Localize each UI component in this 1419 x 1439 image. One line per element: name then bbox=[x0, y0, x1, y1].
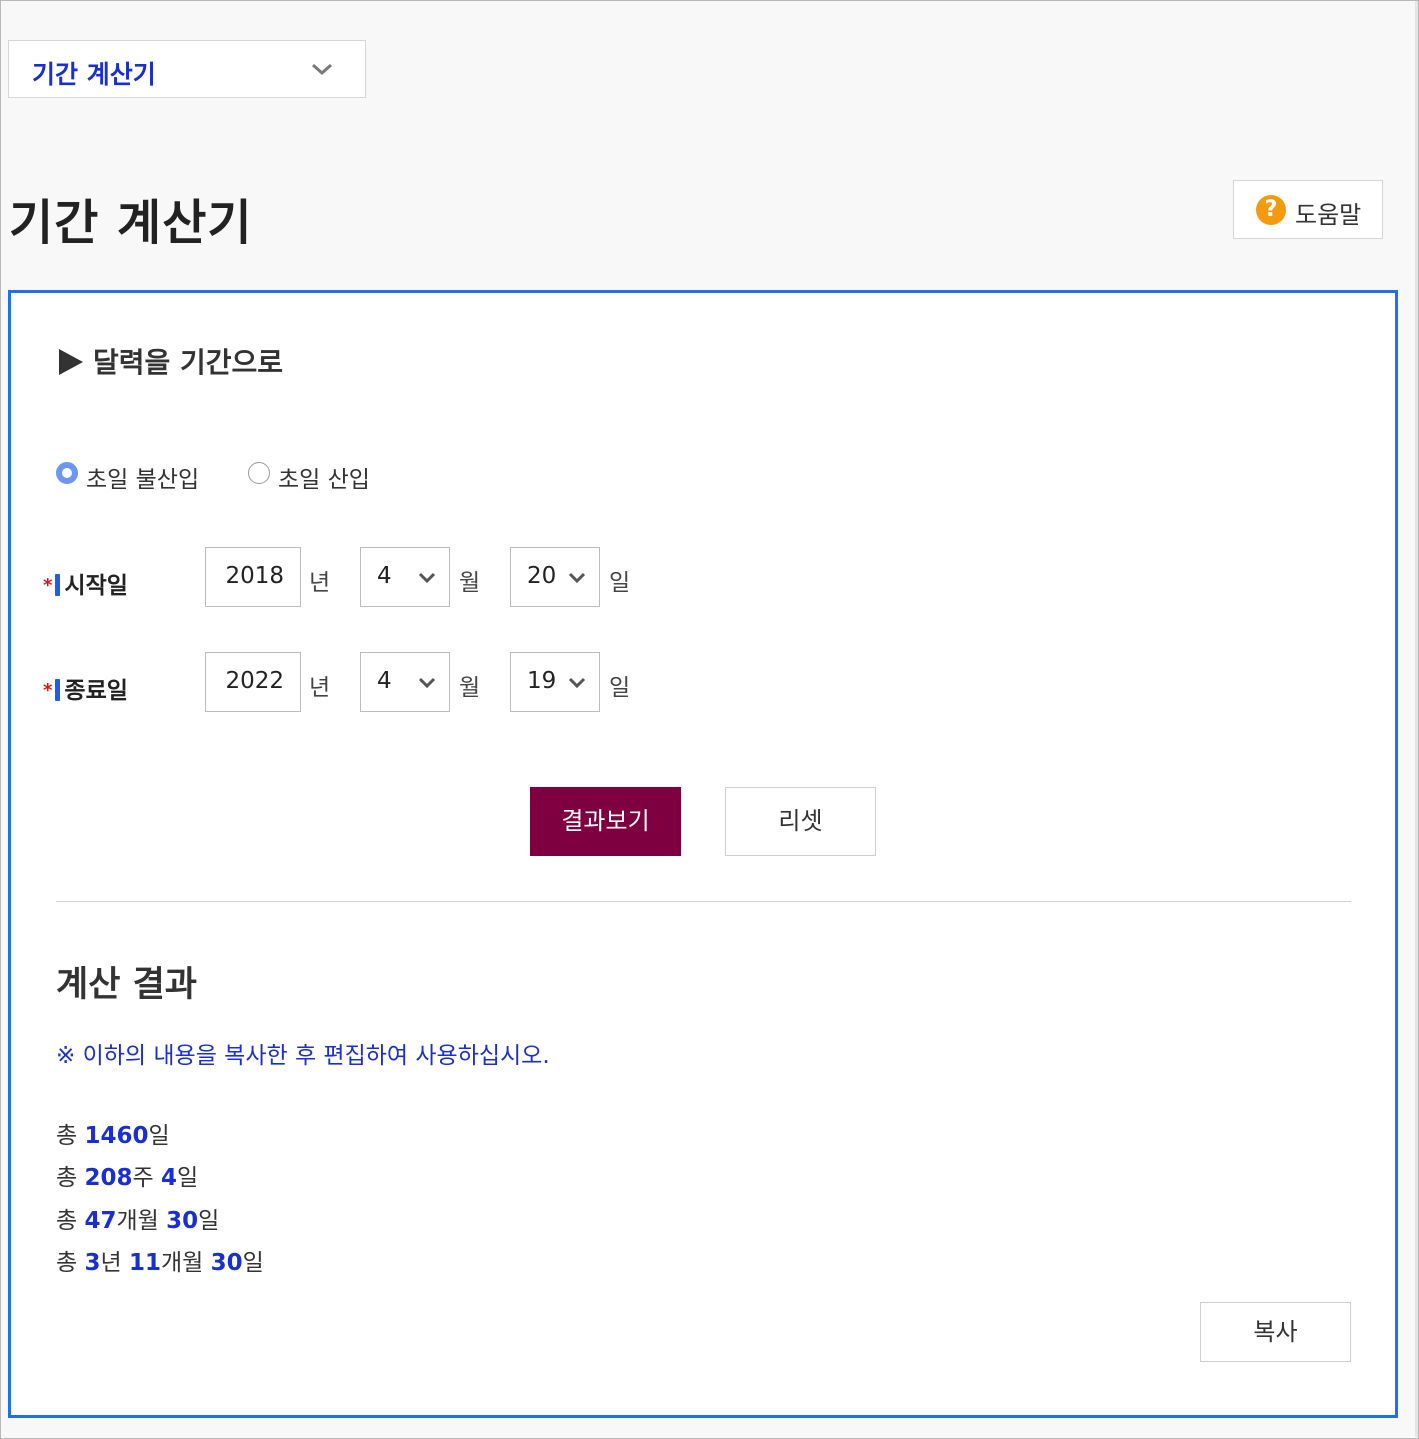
result-title: 계산 결과 bbox=[56, 965, 197, 1005]
total-days-value: 1460 bbox=[84, 1123, 149, 1149]
year-unit: 년 bbox=[309, 570, 331, 596]
end-day-value: 19 bbox=[527, 668, 557, 694]
end-day-select[interactable]: 19 bbox=[510, 652, 600, 712]
help-button[interactable]: ? 도움말 bbox=[1233, 180, 1383, 239]
result-years: 총 3년 11개월 30일 bbox=[56, 1243, 264, 1277]
page-title: 기간 계산기 bbox=[9, 195, 253, 251]
years-value: 3 bbox=[84, 1250, 101, 1276]
radio-label: 초일 불산입 bbox=[86, 467, 200, 493]
chevron-down-icon bbox=[568, 677, 586, 688]
result-total-days: 총 1460일 bbox=[56, 1116, 170, 1150]
calculator-panel: 달력을 기간으로 초일 불산입 초일 산입 * 시작일 2018 년 4 월 20… bbox=[8, 290, 1398, 1418]
years-remaining-days-value: 30 bbox=[210, 1250, 243, 1276]
unit-day: 일 bbox=[148, 1123, 170, 1149]
start-day-value: 20 bbox=[527, 563, 557, 589]
day-unit: 일 bbox=[609, 675, 631, 701]
radio-checked-icon[interactable] bbox=[56, 462, 78, 484]
scrollbar[interactable] bbox=[1415, 1, 1418, 1437]
unit-month: 개월 bbox=[116, 1208, 159, 1234]
unit-day: 일 bbox=[177, 1165, 199, 1191]
radio-unchecked-icon[interactable] bbox=[248, 462, 270, 484]
years-months-value: 11 bbox=[128, 1250, 161, 1276]
weeks-value: 208 bbox=[84, 1165, 133, 1191]
end-date-label: * 종료일 bbox=[43, 671, 128, 705]
reset-button[interactable]: 리셋 bbox=[725, 787, 876, 856]
dropdown-label: 기간 계산기 bbox=[32, 60, 156, 89]
weeks-remaining-days-value: 4 bbox=[160, 1165, 177, 1191]
end-year-input[interactable]: 2022 bbox=[205, 652, 301, 712]
unit-day: 일 bbox=[242, 1250, 264, 1276]
end-year-value: 2022 bbox=[225, 668, 284, 694]
section-heading: 달력을 기간으로 bbox=[59, 341, 283, 381]
radio-label: 초일 산입 bbox=[278, 467, 370, 493]
chevron-down-icon bbox=[312, 63, 332, 75]
question-icon: ? bbox=[1256, 195, 1286, 225]
months-remaining-days-value: 30 bbox=[166, 1208, 199, 1234]
start-year-value: 2018 bbox=[225, 563, 284, 589]
unit-month: 개월 bbox=[161, 1250, 204, 1276]
year-unit: 년 bbox=[309, 675, 331, 701]
calculator-select-dropdown[interactable]: 기간 계산기 bbox=[8, 40, 366, 98]
triangle-right-icon bbox=[59, 349, 83, 375]
start-day-select[interactable]: 20 bbox=[510, 547, 600, 607]
copy-button[interactable]: 복사 bbox=[1200, 1302, 1351, 1362]
divider bbox=[56, 901, 1351, 902]
result-prefix: 총 bbox=[56, 1208, 78, 1234]
required-icon: * bbox=[43, 575, 53, 596]
start-date-label-text: 시작일 bbox=[64, 573, 128, 599]
month-unit: 월 bbox=[459, 570, 481, 596]
result-prefix: 총 bbox=[56, 1165, 78, 1191]
start-month-value: 4 bbox=[377, 563, 392, 589]
copy-notice: ※ 이하의 내용을 복사한 후 편집하여 사용하십시오. bbox=[56, 1043, 550, 1069]
months-value: 47 bbox=[84, 1208, 117, 1234]
result-prefix: 총 bbox=[56, 1250, 78, 1276]
end-month-select[interactable]: 4 bbox=[360, 652, 450, 712]
start-year-input[interactable]: 2018 bbox=[205, 547, 301, 607]
unit-year: 년 bbox=[100, 1250, 122, 1276]
start-date-label: * 시작일 bbox=[43, 566, 128, 600]
chevron-down-icon bbox=[418, 677, 436, 688]
label-bar bbox=[55, 574, 61, 596]
result-weeks: 총 208주 4일 bbox=[56, 1158, 198, 1192]
calculate-button[interactable]: 결과보기 bbox=[530, 787, 681, 856]
result-prefix: 총 bbox=[56, 1123, 78, 1149]
start-month-select[interactable]: 4 bbox=[360, 547, 450, 607]
unit-day: 일 bbox=[198, 1208, 220, 1234]
result-months: 총 47개월 30일 bbox=[56, 1201, 219, 1235]
unit-week: 주 bbox=[132, 1165, 154, 1191]
label-bar bbox=[55, 679, 61, 701]
month-unit: 월 bbox=[459, 675, 481, 701]
day-unit: 일 bbox=[609, 570, 631, 596]
end-date-label-text: 종료일 bbox=[64, 678, 128, 704]
chevron-down-icon bbox=[418, 572, 436, 583]
section-heading-text: 달력을 기간으로 bbox=[93, 346, 284, 379]
end-month-value: 4 bbox=[377, 668, 392, 694]
required-icon: * bbox=[43, 680, 53, 701]
chevron-down-icon bbox=[568, 572, 586, 583]
help-label: 도움말 bbox=[1295, 201, 1362, 229]
